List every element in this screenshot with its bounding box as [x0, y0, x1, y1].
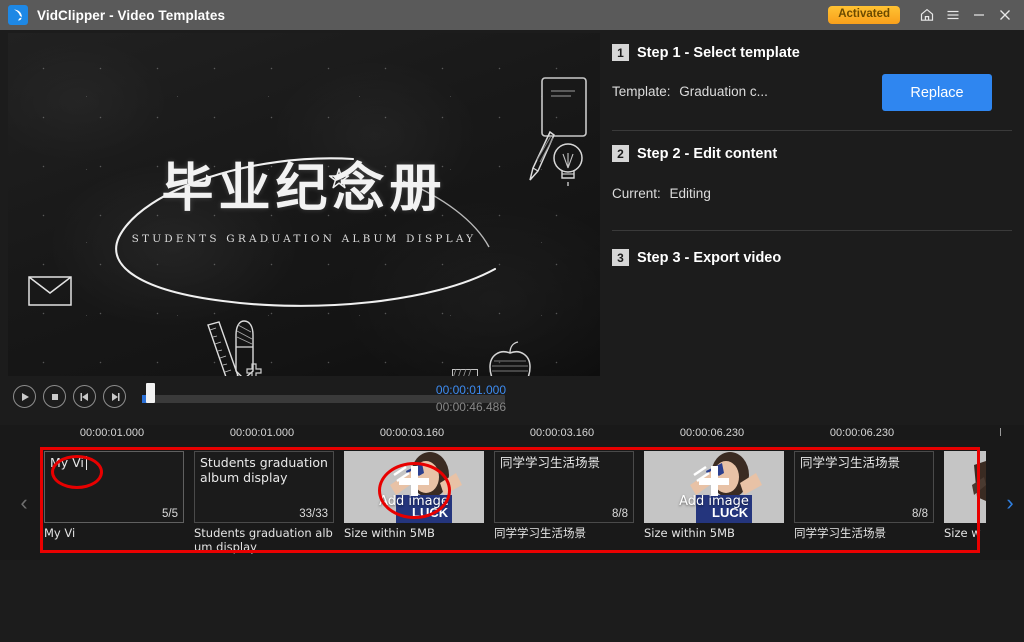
step-3-header: 3 Step 3 - Export video — [612, 249, 781, 266]
timeline-scrollbar-track[interactable] — [0, 565, 1024, 575]
text-input-box[interactable]: Students graduation album display 33/33 — [194, 451, 334, 523]
card-caption: Size within 5MB — [344, 526, 435, 540]
ruler-tick: 00:00:03.160 — [379, 427, 445, 439]
activated-badge[interactable]: Activated — [828, 5, 900, 25]
char-count: 5/5 — [162, 508, 178, 520]
text-input-box[interactable]: My Vi 5/5 — [44, 451, 184, 523]
char-count: 33/33 — [299, 508, 328, 520]
card-text: Students graduation album display — [200, 455, 328, 485]
add-image-label: Add image — [679, 494, 749, 509]
total-time: 00:00:46.486 — [435, 400, 506, 414]
step-1-number: 1 — [612, 44, 629, 61]
card-caption: 同学学习生活场景 — [794, 526, 886, 540]
step-2-header: 2 Step 2 - Edit content — [612, 145, 777, 162]
previous-frame-icon[interactable] — [73, 385, 96, 408]
steps-panel: 1 Step 1 - Select template Template: Gra… — [600, 30, 1024, 425]
ruler-tick: 00:00:01.000 — [229, 427, 295, 439]
current-value: Editing — [669, 186, 711, 201]
card-text: 同学学习生活场景 — [500, 455, 601, 470]
timeline-strip: ‹ › My Vi 5/5 My Vi Students graduation … — [0, 446, 1024, 554]
ruler-tick-mark — [1000, 428, 1001, 436]
text-caret — [86, 456, 87, 470]
photo-thumbnail — [944, 451, 986, 523]
stop-icon[interactable] — [43, 385, 66, 408]
step-3-title: Step 3 - Export video — [637, 249, 782, 266]
home-icon[interactable] — [914, 0, 940, 30]
add-image-label: Add image — [379, 494, 449, 509]
output-bar: Output: C:\Users\MLoong\Desktop\VidClipp… — [0, 585, 1024, 642]
card-caption: My Vi — [44, 526, 76, 540]
playhead-handle[interactable] — [146, 383, 155, 403]
add-image-box[interactable] — [944, 451, 986, 523]
divider-2 — [612, 230, 1012, 231]
next-frame-icon[interactable] — [103, 385, 126, 408]
template-label: Template: — [612, 84, 671, 99]
close-icon[interactable] — [992, 0, 1018, 30]
video-preview[interactable]: 毕业纪念册 STUDENTS GRADUATION ALBUM DISPLAY — [8, 33, 600, 376]
card-list: My Vi 5/5 My Vi Students graduation albu… — [40, 446, 1000, 554]
add-image-box[interactable]: LUCK Add image — [644, 451, 784, 523]
timeline-card-6[interactable]: 同学学习生活场景 8/8 同学学习生活场景 — [794, 451, 934, 540]
play-icon[interactable] — [13, 385, 36, 408]
replace-button[interactable]: Replace — [882, 74, 992, 111]
current-row: Current: Editing — [612, 186, 711, 201]
chevron-right-icon[interactable]: › — [1000, 490, 1020, 516]
current-label: Current: — [612, 186, 661, 201]
timeline-card-1[interactable]: My Vi 5/5 My Vi — [44, 451, 184, 540]
step-2-number: 2 — [612, 145, 629, 162]
ruler-tick: 00:00:03.160 — [529, 427, 595, 439]
ruler-tick: 00:00:06.230 — [679, 427, 745, 439]
char-count: 8/8 — [612, 508, 628, 520]
timeline-card-2[interactable]: Students graduation album display 33/33 … — [194, 451, 334, 554]
timeline: 00:00:01.000 00:00:01.000 00:00:03.160 0… — [0, 425, 1024, 560]
timeline-card-4[interactable]: 同学学习生活场景 8/8 同学学习生活场景 — [494, 451, 634, 540]
minimize-icon[interactable] — [966, 0, 992, 30]
ruler-tick: 00:00:01.000 — [79, 427, 145, 439]
char-count: 8/8 — [912, 508, 928, 520]
hamburger-menu-icon[interactable] — [940, 0, 966, 30]
title-bar-controls: Activated — [828, 0, 1024, 30]
template-value: Graduation c... — [679, 84, 768, 99]
timeline-ruler: 00:00:01.000 00:00:01.000 00:00:03.160 0… — [0, 425, 1024, 445]
text-input-box[interactable]: 同学学习生活场景 8/8 — [794, 451, 934, 523]
step-3-number: 3 — [612, 249, 629, 266]
card-text: My Vi — [50, 455, 84, 470]
divider-1 — [612, 130, 1012, 131]
card-caption: Size w — [944, 526, 981, 540]
card-text: 同学学习生活场景 — [800, 455, 901, 470]
preview-title-cn: 毕业纪念册 — [161, 159, 447, 219]
window-title: VidClipper - Video Templates — [37, 7, 226, 23]
template-row: Template: Graduation c... — [612, 84, 768, 99]
title-bar: VidClipper - Video Templates Activated — [0, 0, 1024, 30]
card-caption: Students graduation album display — [194, 526, 333, 554]
ruler-tick: 00:00:06.230 — [829, 427, 895, 439]
step-1-header: 1 Step 1 - Select template — [612, 44, 800, 61]
preview-subtitle-en: STUDENTS GRADUATION ALBUM DISPLAY — [131, 233, 477, 245]
vidclipper-window: VidClipper - Video Templates Activated 毕… — [0, 0, 1024, 642]
add-image-box[interactable]: LUCK Add image — [344, 451, 484, 523]
text-input-box[interactable]: 同学学习生活场景 8/8 — [494, 451, 634, 523]
step-1-title: Step 1 - Select template — [637, 44, 800, 61]
player-controls: 00:00:01.000 00:00:46.486 — [8, 381, 600, 421]
timeline-card-5[interactable]: LUCK Add image Size within 5MB — [644, 451, 784, 540]
timeline-card-3[interactable]: LUCK Add image Size within 5MB — [344, 451, 484, 540]
chevron-left-icon[interactable]: ‹ — [14, 490, 34, 516]
current-time: 00:00:01.000 — [435, 383, 506, 397]
vidclipper-logo-icon — [8, 5, 28, 25]
card-caption: 同学学习生活场景 — [494, 526, 586, 540]
card-caption: Size within 5MB — [644, 526, 735, 540]
step-2-title: Step 2 - Edit content — [637, 145, 778, 162]
timeline-card-7[interactable]: Size w — [944, 451, 986, 540]
